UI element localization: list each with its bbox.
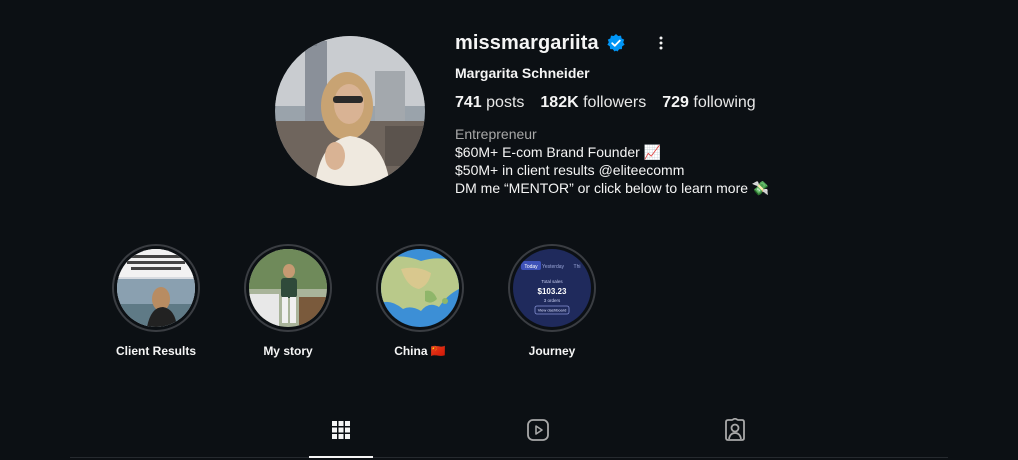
highlight-ring: [244, 244, 332, 332]
journey-total-label: Total sales: [541, 279, 563, 284]
highlight-label: Journey: [528, 344, 576, 358]
followers-count: 182K: [540, 94, 579, 111]
following-label: following: [693, 94, 756, 111]
highlight-thumbnail: [117, 249, 195, 327]
highlight-journey[interactable]: Today Yesterday Thi Total sales $103.23 …: [497, 244, 607, 358]
bio: Entrepreneur $60M+ E-com Brand Founder 📈…: [455, 125, 769, 197]
posts-stat: 741 posts: [455, 94, 524, 112]
tab-posts[interactable]: [329, 420, 353, 444]
grid-icon: [331, 420, 351, 445]
journey-button: View dashboard: [538, 308, 567, 313]
username[interactable]: missmargariita: [455, 32, 599, 55]
journey-tab-more: Thi: [574, 264, 581, 270]
verified-badge-icon: [606, 33, 626, 53]
highlight-thumbnail: [381, 249, 459, 327]
more-options-icon[interactable]: [652, 34, 670, 52]
journey-tab-today: Today: [524, 264, 538, 270]
highlight-ring: [376, 244, 464, 332]
followers-label: followers: [583, 94, 647, 111]
profile-header: missmargariita Margarita Schneider 741 p…: [455, 32, 955, 197]
bio-line-2: $50M+ in client results @eliteecomm: [455, 162, 685, 178]
journey-orders: 3 orders: [544, 298, 561, 303]
highlight-thumbnail: Today Yesterday Thi Total sales $103.23 …: [513, 249, 591, 327]
full-name: Margarita Schneider: [455, 65, 590, 81]
tab-reels[interactable]: [526, 418, 550, 447]
tagged-icon: [723, 416, 747, 447]
bio-line-3: DM me “MENTOR” or click below to learn m…: [455, 180, 770, 196]
highlight-label: China 🇨🇳: [394, 344, 446, 358]
highlight-client-results[interactable]: Client Results: [101, 244, 211, 358]
following-count: 729: [662, 94, 689, 111]
posts-count: 741: [455, 94, 482, 111]
journey-amount: $103.23: [538, 287, 567, 296]
highlight-label: Client Results: [115, 344, 196, 358]
followers-stat[interactable]: 182K followers: [540, 94, 646, 112]
highlight-my-story[interactable]: My story: [233, 244, 343, 358]
journey-tab-yesterday: Yesterday: [542, 264, 565, 270]
highlight-ring: [112, 244, 200, 332]
tab-divider: [70, 457, 948, 458]
reels-icon: [526, 418, 550, 447]
profile-stats: 741 posts 182K followers 729 following: [455, 94, 756, 112]
highlight-china[interactable]: China 🇨🇳: [365, 244, 475, 358]
profile-avatar[interactable]: [275, 36, 425, 186]
bio-line-1: $60M+ E-com Brand Founder 📈: [455, 144, 662, 160]
highlight-thumbnail: [249, 249, 327, 327]
bio-category: Entrepreneur: [455, 126, 537, 142]
highlight-ring: Today Yesterday Thi Total sales $103.23 …: [508, 244, 596, 332]
posts-label: posts: [486, 94, 525, 111]
following-stat[interactable]: 729 following: [662, 94, 755, 112]
highlight-label: My story: [263, 344, 313, 358]
active-tab-indicator: [309, 456, 373, 458]
tab-tagged[interactable]: [723, 416, 747, 447]
profile-tabs: [0, 404, 1018, 460]
